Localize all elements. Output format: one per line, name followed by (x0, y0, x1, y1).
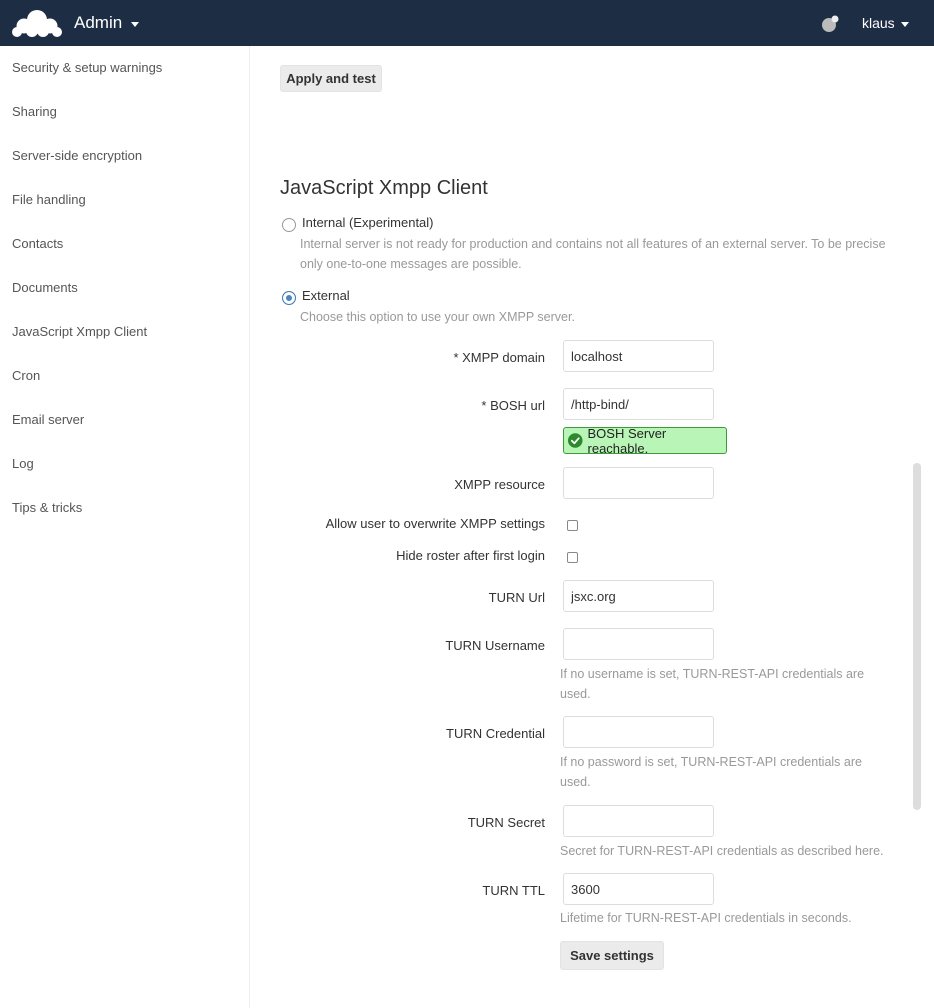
external-hint: Choose this option to use your own XMPP … (300, 310, 575, 324)
turn-credential-hint: If no password is set, TURN-REST-API cre… (560, 755, 862, 789)
external-radio[interactable] (282, 291, 296, 305)
sidebar-item-email-server[interactable]: Email server (12, 412, 84, 427)
section-title: JavaScript Xmpp Client (280, 177, 488, 199)
sidebar-item-log[interactable]: Log (12, 456, 34, 471)
turn-secret-label: TURN Secret (467, 815, 545, 830)
turn-ttl-label: TURN TTL (482, 883, 545, 898)
scrollbar[interactable] (913, 463, 921, 810)
overwrite-settings-checkbox[interactable] (567, 520, 578, 531)
hide-roster-label: Hide roster after first login (396, 548, 545, 563)
sidebar-item-sharing[interactable]: Sharing (12, 104, 57, 119)
turn-ttl-input[interactable] (563, 873, 714, 905)
turn-username-label: TURN Username (445, 638, 545, 653)
turn-secret-input[interactable] (563, 805, 714, 837)
xmpp-domain-label: * XMPP domain (453, 350, 545, 365)
sidebar-item-tips[interactable]: Tips & tricks (12, 500, 82, 515)
bosh-url-input[interactable] (563, 388, 714, 420)
hide-roster-checkbox[interactable] (567, 552, 578, 563)
user-menu-button[interactable]: klaus (862, 15, 909, 31)
turn-url-input[interactable] (563, 580, 714, 612)
apply-and-test-button[interactable]: Apply and test (280, 65, 382, 92)
external-radio-label[interactable]: External (302, 288, 350, 303)
app-menu-label: Admin (74, 13, 123, 32)
notifications-icon[interactable] (820, 14, 840, 34)
turn-username-input[interactable] (563, 628, 714, 660)
chevron-down-icon (900, 21, 909, 27)
sidebar-item-encryption[interactable]: Server-side encryption (12, 148, 142, 163)
xmpp-domain-input[interactable] (563, 340, 714, 372)
turn-ttl-hint: Lifetime for TURN-REST-API credentials i… (560, 911, 852, 925)
internal-hint: Internal server is not ready for product… (300, 237, 886, 271)
chevron-down-icon (131, 21, 140, 27)
turn-credential-input[interactable] (563, 716, 714, 748)
sidebar-item-jsxc[interactable]: JavaScript Xmpp Client (12, 324, 147, 339)
user-name: klaus (862, 15, 895, 31)
sidebar-item-documents[interactable]: Documents (12, 280, 78, 295)
turn-url-label: TURN Url (488, 590, 545, 605)
sidebar-item-security[interactable]: Security & setup warnings (12, 60, 162, 75)
turn-secret-hint: Secret for TURN-REST-API credentials as … (560, 844, 884, 858)
save-settings-button[interactable]: Save settings (560, 941, 664, 970)
main-content: Apply and test JavaScript Xmpp Client In… (250, 46, 934, 1008)
xmpp-resource-label: XMPP resource (454, 477, 545, 492)
bosh-status-badge: BOSH Server reachable. (563, 425, 727, 456)
bosh-url-label: * BOSH url (481, 398, 545, 413)
turn-username-hint: If no username is set, TURN-REST-API cre… (560, 667, 865, 701)
xmpp-resource-input[interactable] (563, 467, 714, 499)
sidebar-item-contacts[interactable]: Contacts (12, 236, 63, 251)
app-menu-button[interactable]: Admin (74, 13, 140, 33)
check-circle-icon (568, 433, 583, 448)
turn-credential-label: TURN Credential (446, 726, 545, 741)
bosh-status-text: BOSH Server reachable. (587, 425, 667, 456)
sidebar: Security & setup warnings Sharing Server… (0, 46, 250, 1008)
overwrite-settings-label: Allow user to overwrite XMPP settings (325, 516, 545, 531)
owncloud-logo-icon[interactable] (10, 6, 64, 40)
sidebar-item-file-handling[interactable]: File handling (12, 192, 86, 207)
internal-radio[interactable] (282, 218, 296, 232)
top-header: Admin klaus (0, 0, 934, 46)
internal-radio-label[interactable]: Internal (Experimental) (302, 215, 434, 230)
sidebar-item-cron[interactable]: Cron (12, 368, 40, 383)
